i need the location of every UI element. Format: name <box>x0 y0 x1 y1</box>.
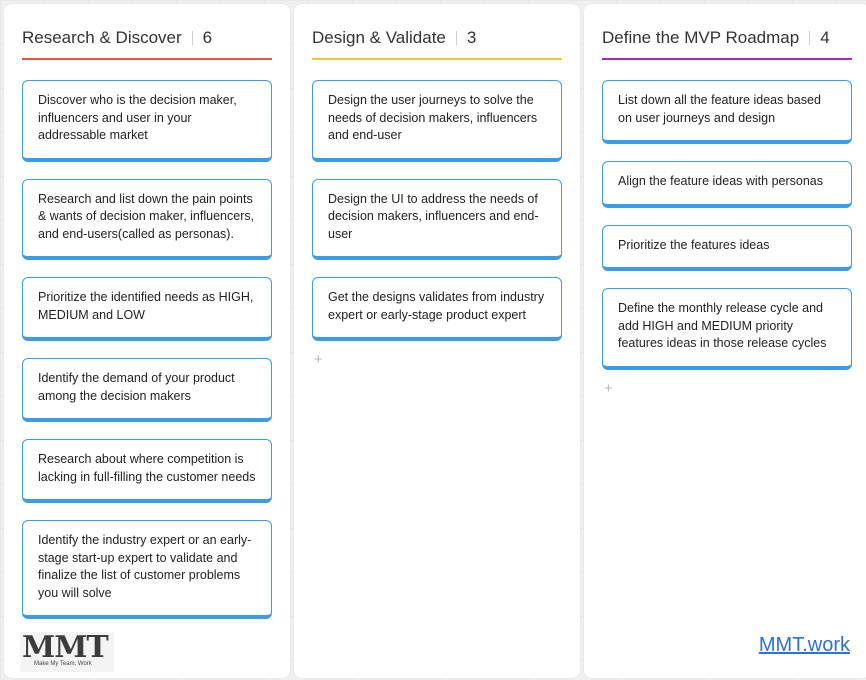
column-title[interactable]: Define the MVP Roadmap <box>602 28 799 48</box>
column-define-mvp-roadmap: Define the MVP Roadmap 4 List down all t… <box>584 4 866 678</box>
task-card[interactable]: Align the feature ideas with personas <box>602 161 852 208</box>
card-count: 6 <box>202 28 213 47</box>
card-list: Discover who is the decision maker, infl… <box>22 80 272 636</box>
footer-site-link[interactable]: MMT.work <box>759 634 850 657</box>
mmt-logo: MMT Make My Team, Work <box>20 632 114 672</box>
column-title[interactable]: Research & Discover <box>22 28 182 48</box>
card-count: 3 <box>466 28 477 47</box>
task-card[interactable]: Identify the demand of your product amon… <box>22 358 272 422</box>
card-list: List down all the feature ideas based on… <box>602 80 852 396</box>
card-count: 4 <box>820 28 830 47</box>
card-list: Design the user journeys to solve the ne… <box>312 80 562 367</box>
column-design-validate: Design & Validate 3 Design the user jour… <box>294 4 580 678</box>
logo-mark: MMT <box>22 630 109 665</box>
task-card[interactable]: Research about where competition is lack… <box>22 439 272 503</box>
task-card[interactable]: Research and list down the pain points &… <box>22 178 272 260</box>
task-card[interactable]: Get the designs validates from industry … <box>312 277 562 341</box>
header-divider <box>455 31 457 45</box>
task-card[interactable]: Design the user journeys to solve the ne… <box>312 80 562 162</box>
header-divider <box>191 31 193 45</box>
logo-tagline: Make My Team, Work <box>34 661 92 667</box>
column-title[interactable]: Design & Validate <box>312 28 446 48</box>
header-divider <box>809 31 811 45</box>
plus-icon[interactable]: + <box>604 381 618 396</box>
column-header: Define the MVP Roadmap 4 <box>602 18 852 60</box>
plus-icon[interactable]: + <box>314 352 328 367</box>
column-header: Design & Validate 3 <box>312 18 562 60</box>
column-header: Research & Discover 6 <box>22 18 272 60</box>
task-card[interactable]: List down all the feature ideas based on… <box>602 80 852 144</box>
task-card[interactable]: Prioritize the identified needs as HIGH,… <box>22 277 272 341</box>
column-research-discover: Research & Discover 6 Discover who is th… <box>4 4 290 678</box>
task-card[interactable]: Identify the industry expert or an early… <box>22 520 272 619</box>
task-card[interactable]: Design the UI to address the needs of de… <box>312 178 562 260</box>
task-card[interactable]: Define the monthly release cycle and add… <box>602 288 852 370</box>
task-card[interactable]: Discover who is the decision maker, infl… <box>22 80 272 162</box>
task-card[interactable]: Prioritize the features ideas <box>602 224 852 271</box>
